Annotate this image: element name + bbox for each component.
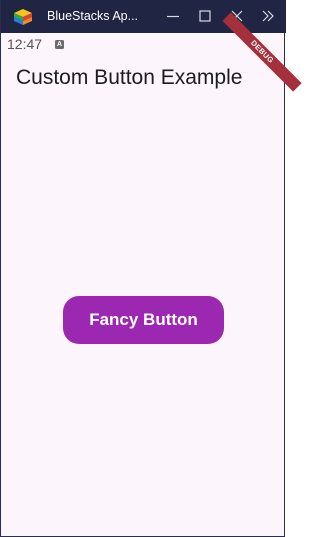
expand-sidebar-icon[interactable] [259, 7, 277, 25]
fancy-button[interactable]: Fancy Button [63, 296, 224, 344]
notification-icon: A [55, 40, 64, 49]
bluestacks-logo-icon [12, 7, 34, 27]
emulator-window: BlueStacks Ap... 12:47 A DEBUG Custom Bu… [0, 0, 302, 537]
status-time: 12:47 [7, 36, 43, 52]
page-title: Custom Button Example [16, 66, 243, 89]
minimize-icon[interactable] [164, 7, 182, 25]
maximize-icon[interactable] [196, 7, 214, 25]
window-title: BlueStacks Ap... [47, 9, 139, 23]
